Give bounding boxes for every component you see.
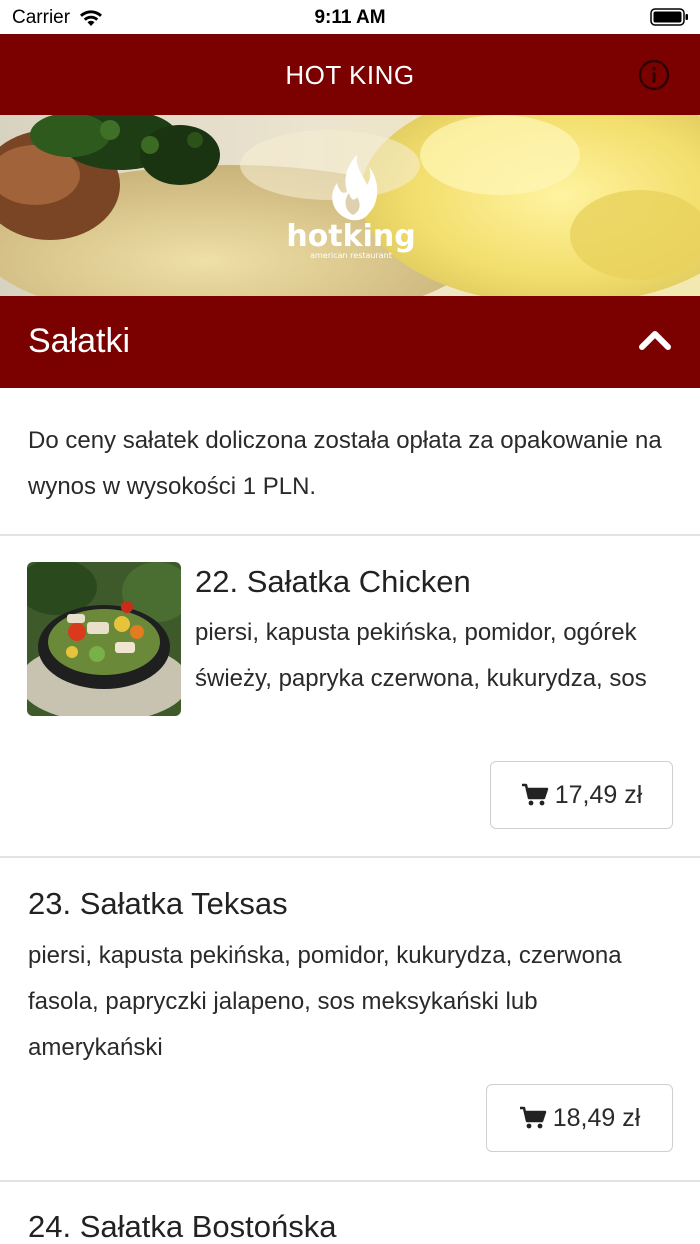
- divider: [0, 856, 700, 858]
- logo-tagline: american restaurant: [310, 251, 392, 260]
- item-description: piersi, kapusta pekińska, pomidor, kukur…: [28, 942, 622, 1061]
- category-title: Sałatki: [28, 322, 131, 360]
- item-title: 22. Sałatka Chicken: [195, 564, 471, 599]
- price-label: 17,49 zł: [554, 780, 643, 809]
- item-title: 24. Sałatka Bostońska: [28, 1209, 337, 1244]
- item-title: 23. Sałatka Teksas: [28, 886, 288, 921]
- logo-wordmark: hotking: [286, 219, 415, 254]
- cart-icon: [521, 783, 548, 806]
- add-to-cart-button[interactable]: 18,49 zł: [486, 1084, 673, 1152]
- status-time: 9:11 AM: [314, 7, 386, 28]
- price-label: 18,49 zł: [552, 1103, 641, 1132]
- salad-photo: [27, 562, 181, 716]
- navigation-bar: HOT KING: [0, 34, 700, 115]
- restaurant-banner: hotking american restaurant: [0, 115, 700, 296]
- app-title: HOT KING: [285, 60, 415, 90]
- info-icon[interactable]: [638, 59, 670, 91]
- hotking-logo: hotking american restaurant: [286, 155, 416, 260]
- category-note: Do ceny sałatek doliczona została opłata…: [28, 427, 662, 500]
- item-description: piersi, kapusta pekińska, pomidor, ogóre…: [195, 619, 647, 692]
- status-bar: Carrier 9:11 AM: [0, 0, 700, 34]
- divider: [0, 1180, 700, 1182]
- cart-icon: [519, 1106, 546, 1129]
- battery-icon: [650, 8, 688, 26]
- item-thumbnail[interactable]: [27, 562, 181, 716]
- add-to-cart-button[interactable]: 17,49 zł: [490, 761, 673, 829]
- chevron-up-icon[interactable]: [638, 326, 672, 352]
- divider: [0, 534, 700, 536]
- category-header[interactable]: Sałatki: [0, 296, 700, 388]
